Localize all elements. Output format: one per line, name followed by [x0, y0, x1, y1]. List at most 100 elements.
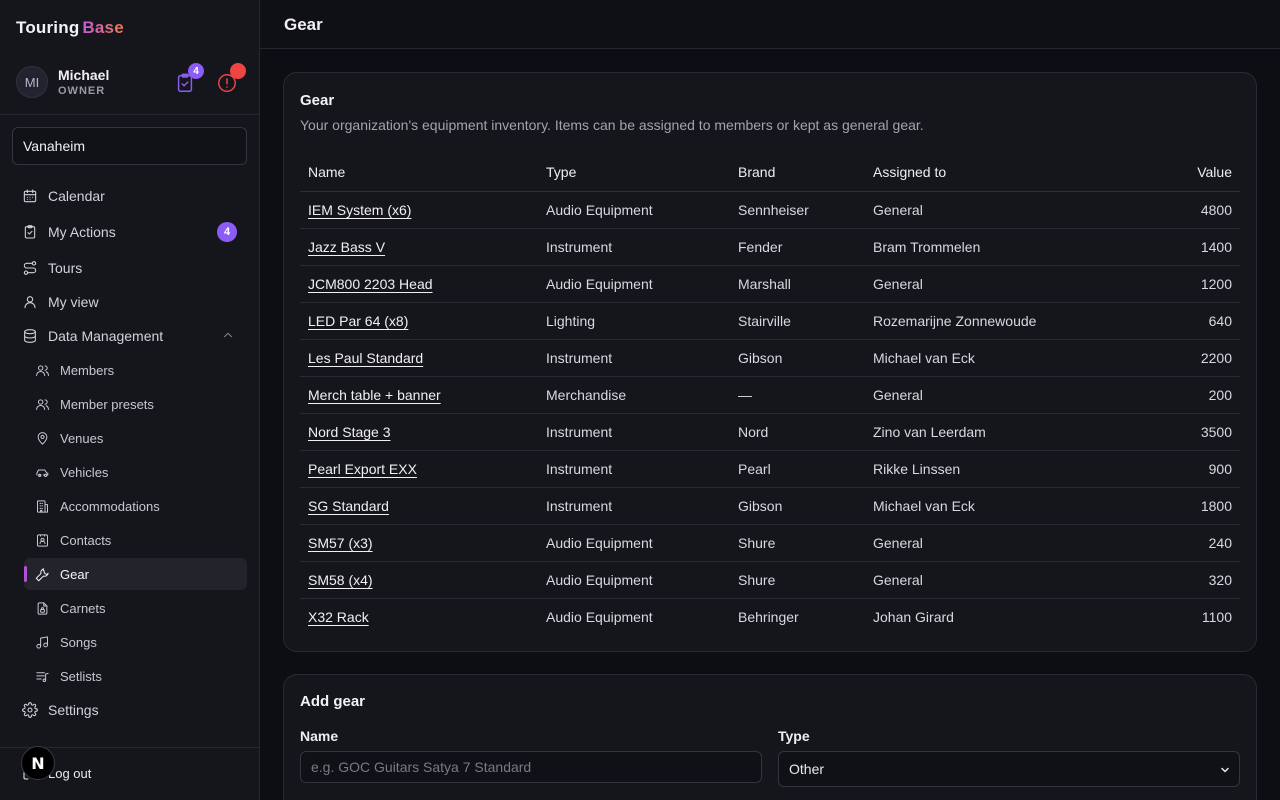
gear-assigned-cell: Zino van Leerdam — [873, 423, 986, 440]
table-row: SG Standard Instrument Gibson Michael van E… — [300, 487, 1240, 525]
user-icon — [22, 294, 38, 310]
sidebar-item-carnets[interactable]: Carnets — [24, 592, 247, 624]
avatar[interactable]: MI — [16, 66, 48, 98]
sidebar-item-label: Tours — [48, 260, 83, 276]
table-cell-name: SG Standard — [300, 487, 538, 525]
column-header-type: Type — [538, 153, 730, 192]
table-cell-value: 4800 — [1157, 191, 1240, 229]
sidebar-item-label: My Actions — [48, 224, 116, 240]
table-cell-assigned: Zino van Leerdam — [865, 413, 1158, 451]
gear-name-link[interactable]: SM58 (x4) — [308, 572, 373, 588]
table-cell-value: 3500 — [1157, 413, 1240, 451]
gear-type-cell: Lighting — [546, 312, 596, 329]
gear-assigned-cell: General — [873, 534, 923, 551]
sidebar-item-contacts[interactable]: Contacts — [24, 524, 247, 556]
file-lock-icon — [34, 600, 50, 616]
table-cell-name: Jazz Bass V — [300, 228, 538, 266]
table-cell-assigned: Michael van Eck — [865, 487, 1158, 525]
sidebar-item-my-actions[interactable]: My Actions 4 — [12, 216, 247, 248]
gear-type-cell: Instrument — [546, 460, 613, 477]
table-cell-brand: Stairville — [730, 302, 865, 340]
sidebar-item-my-view[interactable]: My view — [12, 286, 247, 318]
table-cell-brand: Pearl — [730, 450, 865, 488]
gear-name-link[interactable]: X32 Rack — [308, 609, 369, 625]
sidebar-item-label: Vehicles — [60, 464, 109, 480]
gear-name-link[interactable]: Nord Stage 3 — [308, 424, 391, 440]
gear-name-link[interactable]: Pearl Export EXX — [308, 461, 417, 477]
name-field-label: Name — [300, 728, 339, 744]
gear-name-link[interactable]: Merch table + banner — [308, 387, 441, 403]
sidebar-item-label: My view — [48, 294, 99, 310]
gear-name-link[interactable]: SM57 (x3) — [308, 535, 373, 551]
gear-value-cell: 320 — [1208, 571, 1232, 588]
sidebar-item-settings[interactable]: Settings — [12, 694, 247, 726]
table-cell-type: Instrument — [538, 228, 730, 266]
sidebar-item-venues[interactable]: Venues — [24, 422, 247, 454]
app-logo[interactable]: Touring Base — [16, 18, 124, 38]
type-field-label: Type — [778, 728, 810, 744]
column-header-value: Value — [1157, 153, 1240, 192]
table-cell-name: JCM800 2203 Head — [300, 265, 538, 303]
gear-type-cell: Instrument — [546, 497, 613, 514]
gear-name-link[interactable]: LED Par 64 (x8) — [308, 313, 408, 329]
gear-name-link[interactable]: IEM System (x6) — [308, 202, 411, 218]
sidebar-item-data-management[interactable]: Data Management — [12, 320, 247, 352]
gear-brand-cell: — — [738, 386, 752, 403]
table-row: X32 Rack Audio Equipment Behringer Johan Gi… — [300, 598, 1240, 635]
organization-selector[interactable]: Vanaheim — [12, 127, 247, 165]
user-role: OWNER — [58, 85, 106, 97]
gear-type-value: Other — [789, 761, 825, 777]
gear-brand-cell: Sennheiser — [738, 201, 809, 218]
gear-type-cell: Audio Equipment — [546, 534, 653, 551]
calendar-icon — [22, 188, 38, 204]
dev-tools-badge[interactable]: N — [21, 746, 55, 780]
chevron-up-icon[interactable] — [221, 328, 235, 342]
gear-inventory-card: Gear Your organization's equipment inven… — [283, 72, 1257, 652]
sidebar-item-vehicles[interactable]: Vehicles — [24, 456, 247, 488]
table-cell-value: 2200 — [1157, 339, 1240, 377]
clipboard-check-icon — [22, 224, 38, 240]
sidebar-item-tours[interactable]: Tours — [12, 252, 247, 284]
database-icon — [22, 328, 38, 344]
card-description: Your organization's equipment inventory.… — [300, 117, 924, 133]
table-cell-name: X32 Rack — [300, 598, 538, 635]
gear-brand-cell: Gibson — [738, 349, 783, 366]
table-cell-value: 640 — [1157, 302, 1240, 340]
card-title: Gear — [300, 92, 335, 109]
add-gear-card: Add gear Name Type Other — [283, 674, 1257, 800]
gear-name-link[interactable]: Les Paul Standard — [308, 350, 423, 366]
sidebar-item-label: Venues — [60, 430, 104, 446]
brand-touring: Touring — [16, 18, 80, 37]
table-cell-brand: Marshall — [730, 265, 865, 303]
sidebar-item-members[interactable]: Members — [24, 354, 247, 386]
sidebar-item-member-presets[interactable]: Member presets — [24, 388, 247, 420]
table-cell-value: 1200 — [1157, 265, 1240, 303]
table-cell-name: Pearl Export EXX — [300, 450, 538, 488]
sidebar-item-calendar[interactable]: Calendar — [12, 180, 247, 212]
logout-label: Log out — [48, 765, 92, 781]
gear-type-cell: Merchandise — [546, 386, 627, 403]
gear-name-input[interactable] — [300, 751, 762, 783]
gear-value-cell: 900 — [1208, 460, 1232, 477]
gear-brand-cell: Stairville — [738, 312, 791, 329]
gear-name-link[interactable]: Jazz Bass V — [308, 239, 385, 255]
table-row: LED Par 64 (x8) Lighting Stairville Rozemar… — [300, 302, 1240, 340]
gear-assigned-cell: General — [873, 571, 923, 588]
sidebar-item-setlists[interactable]: Setlists — [24, 660, 247, 692]
hotel-icon — [34, 498, 50, 514]
table-cell-type: Merchandise — [538, 376, 730, 414]
sidebar-item-songs[interactable]: Songs — [24, 626, 247, 658]
gear-value-cell: 1800 — [1200, 497, 1232, 514]
top-bar: Gear — [260, 0, 1280, 49]
sidebar-item-accommodations[interactable]: Accommodations — [24, 490, 247, 522]
gear-value-cell: 1400 — [1200, 238, 1232, 255]
divider — [0, 114, 259, 115]
gear-type-select[interactable]: Other — [778, 751, 1240, 787]
table-cell-brand: Shure — [730, 524, 865, 562]
table-row: JCM800 2203 Head Audio Equipment Marshall G… — [300, 265, 1240, 303]
sidebar-item-gear[interactable]: Gear — [24, 558, 247, 590]
gear-name-link[interactable]: JCM800 2203 Head — [308, 276, 433, 292]
table-cell-brand: Gibson — [730, 487, 865, 525]
table-cell-assigned: General — [865, 524, 1158, 562]
gear-name-link[interactable]: SG Standard — [308, 498, 389, 514]
